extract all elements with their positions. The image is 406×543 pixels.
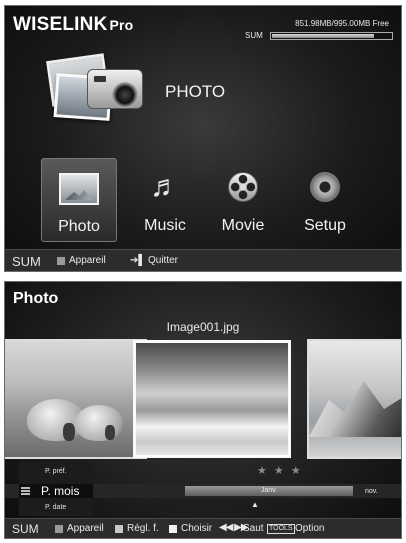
menu-item-label: Photo: [58, 218, 100, 235]
gear-icon: [310, 172, 340, 202]
adjust-button-icon: [115, 525, 123, 533]
photo-browser-panel: Photo Image001.jpg ★ ★ ★ P. préf. P. dat…: [4, 281, 402, 539]
option-hint[interactable]: Option: [295, 523, 324, 534]
storage-usage-bar: [270, 32, 393, 40]
photo-camera-icon: [45, 51, 143, 133]
music-note-icon: ♬: [150, 170, 180, 203]
sheep-head-shape: [105, 425, 115, 440]
camera-flash: [94, 76, 106, 82]
film-reel-icon: [228, 172, 258, 202]
menu-item-movie[interactable]: Movie: [205, 158, 281, 242]
sort-selected-label: P. mois: [41, 484, 80, 498]
menu-item-music[interactable]: ♬ Music: [127, 158, 203, 242]
help-bar: SUM Appareil Régl. f. Choisir ◀◀ ▶▶ Saut…: [5, 518, 401, 538]
current-filename: Image001.jpg: [166, 320, 240, 334]
menu-item-label: Setup: [304, 217, 346, 234]
skip-hint[interactable]: Saut: [243, 523, 264, 534]
thumbnail-selected[interactable]: [133, 340, 291, 458]
select-hint[interactable]: Choisir: [181, 523, 212, 534]
brand-suffix: Pro: [109, 17, 134, 33]
mountain-shape: [309, 381, 401, 437]
app-title: WISELINK Pro: [13, 14, 133, 36]
sort-option-favorites[interactable]: P. préf.: [45, 468, 67, 475]
storage-device-label: SUM: [245, 31, 263, 40]
wiselink-main-panel: WISELINK Pro 851.98MB/995.00MB Free SUM P…: [4, 5, 402, 272]
sort-selected[interactable]: P. mois: [19, 484, 93, 498]
sheep-head-shape: [63, 423, 75, 441]
sort-option-date[interactable]: P. date: [45, 504, 66, 511]
menu-item-photo[interactable]: Photo: [41, 158, 117, 242]
thumbnail-previous[interactable]: [5, 339, 147, 459]
exit-icon: ➔▌: [130, 255, 146, 266]
camera-lens: [112, 82, 138, 108]
sheep-shape: [75, 405, 123, 441]
camera-body: [87, 69, 143, 109]
brand-name: WISELINK: [13, 14, 108, 35]
menu-item-label: Music: [144, 217, 186, 234]
list-icon: [21, 487, 30, 495]
device-hint[interactable]: Appareil: [69, 255, 106, 266]
thumbnail-next[interactable]: [307, 339, 401, 459]
menu-item-label: Movie: [221, 217, 265, 234]
page-title: Photo: [13, 290, 59, 307]
device-button-icon: [57, 257, 65, 265]
timeline-next-month[interactable]: nov.: [365, 488, 378, 495]
device-name: SUM: [12, 254, 41, 269]
storage-usage-fill: [272, 34, 375, 38]
storage-usage-text: 851.98MB/995.00MB Free: [295, 19, 389, 28]
menu-item-setup[interactable]: Setup: [287, 158, 363, 242]
adjust-hint[interactable]: Régl. f.: [127, 523, 159, 534]
media-menu: Photo ♬ Music Movie Setup: [5, 158, 403, 246]
timeline-current-month: Janv.: [260, 487, 278, 494]
help-bar: SUM Appareil ➔▌ Quitter: [5, 249, 401, 271]
photo-icon: [59, 173, 99, 205]
tools-key-icon: TOOLS: [267, 524, 295, 534]
timeline-marker-icon: ▲: [251, 500, 259, 509]
timeline-bar[interactable]: Janv.: [185, 486, 353, 496]
section-title: PHOTO: [165, 82, 226, 101]
rating-stars: ★ ★ ★: [257, 465, 303, 477]
exit-hint[interactable]: Quitter: [148, 255, 178, 266]
device-name: SUM: [12, 522, 39, 536]
device-button-icon: [55, 525, 63, 533]
device-hint[interactable]: Appareil: [67, 523, 104, 534]
select-button-icon: [169, 525, 177, 533]
